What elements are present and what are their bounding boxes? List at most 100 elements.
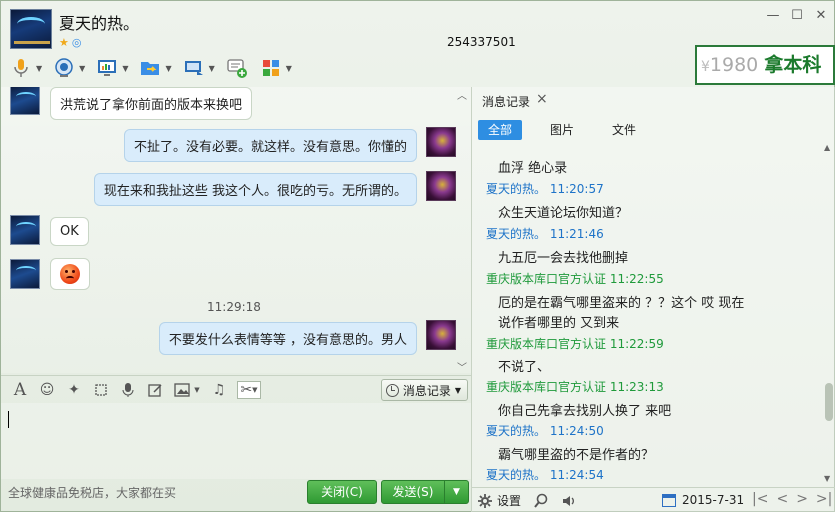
- my-avatar-small[interactable]: [426, 127, 456, 157]
- voice-call-button[interactable]: ▼: [9, 57, 42, 79]
- remote-desktop-button[interactable]: ▼: [95, 57, 128, 79]
- chat-bubble-received[interactable]: [50, 258, 90, 290]
- history-filter-tabs: 全部 图片 文件: [478, 120, 664, 140]
- screen-share-icon: [182, 57, 206, 79]
- my-avatar-small[interactable]: [426, 320, 456, 350]
- contact-avatar[interactable]: [10, 9, 52, 49]
- video-call-button[interactable]: ▼: [52, 57, 85, 79]
- history-message-meta: 夏天的热。 11:24:50: [486, 422, 604, 439]
- next-page-icon[interactable]: >: [796, 491, 808, 507]
- history-message-meta: 重庆版本库口官方认证 11:22:59: [486, 335, 664, 352]
- previous-page-icon[interactable]: <: [776, 491, 788, 507]
- contact-name[interactable]: 夏天的热。: [59, 10, 139, 34]
- clock-icon: [385, 383, 399, 397]
- history-message-text: 不说了、: [498, 360, 551, 375]
- chat-bubble-sent[interactable]: 现在来和我扯这些 我这个人。很吃的亏。无所谓的。: [93, 173, 417, 206]
- screenshot-icon[interactable]: [92, 381, 110, 399]
- sender-name: 重庆版本库口官方认证: [486, 337, 607, 351]
- first-page-icon[interactable]: |<: [752, 491, 768, 507]
- close-icon[interactable]: ✕: [814, 9, 828, 23]
- sender-name: 重庆版本库口官方认证: [486, 380, 607, 394]
- filter-images[interactable]: 图片: [540, 120, 584, 140]
- emoticon-icon[interactable]: ☺: [38, 381, 56, 399]
- remote-desktop-icon: [95, 57, 119, 79]
- last-page-icon[interactable]: >|: [816, 491, 832, 507]
- history-message-text: 九五厄一会去找他删掉: [498, 251, 629, 266]
- chevron-down-icon[interactable]: ﹀: [457, 359, 467, 374]
- message-time: 11:23:13: [609, 380, 664, 394]
- sender-name: 重庆版本库口官方认证: [486, 272, 607, 286]
- font-icon[interactable]: A: [11, 380, 29, 400]
- message-time: 11:22:55: [609, 272, 664, 286]
- sender-name: 夏天的热。: [486, 227, 547, 241]
- music-icon[interactable]: ♫: [210, 381, 228, 399]
- tab-message-history[interactable]: 消息记录: [482, 93, 530, 110]
- chevron-down-icon[interactable]: ▼: [79, 64, 85, 73]
- send-file-button[interactable]: ▼: [138, 57, 172, 79]
- settings-button[interactable]: 设置: [477, 492, 521, 509]
- contact-avatar-small[interactable]: [10, 259, 40, 289]
- message-time: 11:21:46: [549, 227, 604, 241]
- chevron-down-icon[interactable]: ▼: [286, 64, 292, 73]
- chat-bubble-sent[interactable]: 不扯了。没有必要。就这样。没有意思。你懂的: [123, 129, 417, 162]
- history-navigation: |< < > >|: [752, 491, 832, 507]
- history-date-picker[interactable]: 2015-7-31: [662, 493, 744, 507]
- my-avatar-small[interactable]: [426, 171, 456, 201]
- chevron-down-icon[interactable]: ▼: [209, 64, 215, 73]
- search-icon[interactable]: [533, 493, 549, 509]
- sender-name: 夏天的热。: [486, 424, 547, 438]
- minimize-icon[interactable]: —: [766, 9, 780, 23]
- ad-text: 拿本科: [764, 54, 822, 76]
- screen-share-button[interactable]: ▼: [182, 57, 215, 79]
- history-message-list[interactable]: 血浮 绝心录 夏天的热。 11:20:57 众生天道论坛你知道？ 夏天的热。 1…: [472, 143, 822, 487]
- chat-bubble-received[interactable]: OK: [50, 217, 89, 246]
- input-toolbar: A ☺ ✦ ▼ ♫ ✂ ▼ 消息记录 ▼: [1, 375, 471, 403]
- history-message-text: 厄的是在霸气哪里盗来的 ？？这个 哎 现在: [498, 296, 745, 311]
- qq-chat-window: 夏天的热。 ★ ◎ 254337501 — ☐ ✕ ¥1980 拿本科 ▼ ▼ ▼: [0, 0, 835, 512]
- image-icon[interactable]: ▼: [173, 381, 201, 399]
- maximize-icon[interactable]: ☐: [790, 9, 804, 23]
- contact-avatar-small[interactable]: [10, 87, 40, 115]
- close-button[interactable]: 关闭(C): [307, 480, 377, 504]
- message-input[interactable]: [1, 403, 471, 479]
- chevron-down-icon[interactable]: ▼: [824, 474, 830, 483]
- create-discussion-button[interactable]: [225, 57, 249, 79]
- ad-tip-link[interactable]: 全球健康品免税店，大家都在买: [8, 484, 176, 501]
- chevron-down-icon[interactable]: ▼: [444, 481, 468, 503]
- message-time: 11:20:57: [549, 182, 604, 196]
- history-message-meta: 夏天的热。 11:21:46: [486, 225, 604, 242]
- qq-link-icon[interactable]: ◎: [72, 36, 82, 49]
- message-history-button[interactable]: 消息记录 ▼: [380, 379, 468, 401]
- history-message-meta: 夏天的热。 11:20:57: [486, 180, 604, 197]
- scissors-icon[interactable]: ✂ ▼: [237, 380, 261, 399]
- chevron-up-icon[interactable]: ▲: [824, 143, 830, 152]
- webcam-icon: [52, 57, 76, 79]
- shake-icon[interactable]: ✦: [65, 381, 83, 399]
- chevron-down-icon[interactable]: ▼: [122, 64, 128, 73]
- whiteboard-icon[interactable]: [146, 381, 164, 399]
- chat-bubble-received[interactable]: 洪荒说了拿你前面的版本来换吧: [50, 87, 253, 120]
- scrollbar-thumb[interactable]: [825, 383, 833, 421]
- chat-bubble-sent[interactable]: 不要发什么表情等等 ，没有意思的。男人: [158, 322, 417, 355]
- apps-button[interactable]: ▼: [259, 57, 292, 79]
- history-scrollbar[interactable]: ▲ ▼: [822, 143, 835, 483]
- qq-number: 254337501: [447, 35, 516, 49]
- chat-message-area[interactable]: 洪荒说了拿你前面的版本来换吧 不扯了。没有必要。就这样。没有意思。你懂的 现在来…: [1, 87, 471, 373]
- voice-message-icon[interactable]: [119, 381, 137, 399]
- send-button[interactable]: 发送(S) ▼: [381, 480, 469, 504]
- chevron-up-icon[interactable]: ︿: [457, 87, 467, 102]
- sender-name: 夏天的热。: [486, 182, 547, 196]
- history-message-text: 你自己先拿去找别人换了 来吧: [498, 404, 672, 419]
- speaker-icon[interactable]: [561, 493, 577, 509]
- close-icon[interactable]: ×: [536, 91, 548, 107]
- chevron-down-icon[interactable]: ▼: [36, 64, 42, 73]
- chevron-down-icon[interactable]: ▼: [165, 64, 171, 73]
- ad-banner[interactable]: ¥1980 拿本科: [695, 45, 835, 85]
- history-date: 2015-7-31: [682, 493, 745, 507]
- send-button-label[interactable]: 发送(S): [382, 481, 444, 503]
- history-message-meta: 夏天的热。 11:24:54: [486, 466, 604, 483]
- apps-icon: [259, 57, 283, 79]
- contact-avatar-small[interactable]: [10, 215, 40, 245]
- filter-files[interactable]: 文件: [602, 120, 646, 140]
- filter-all[interactable]: 全部: [478, 120, 523, 140]
